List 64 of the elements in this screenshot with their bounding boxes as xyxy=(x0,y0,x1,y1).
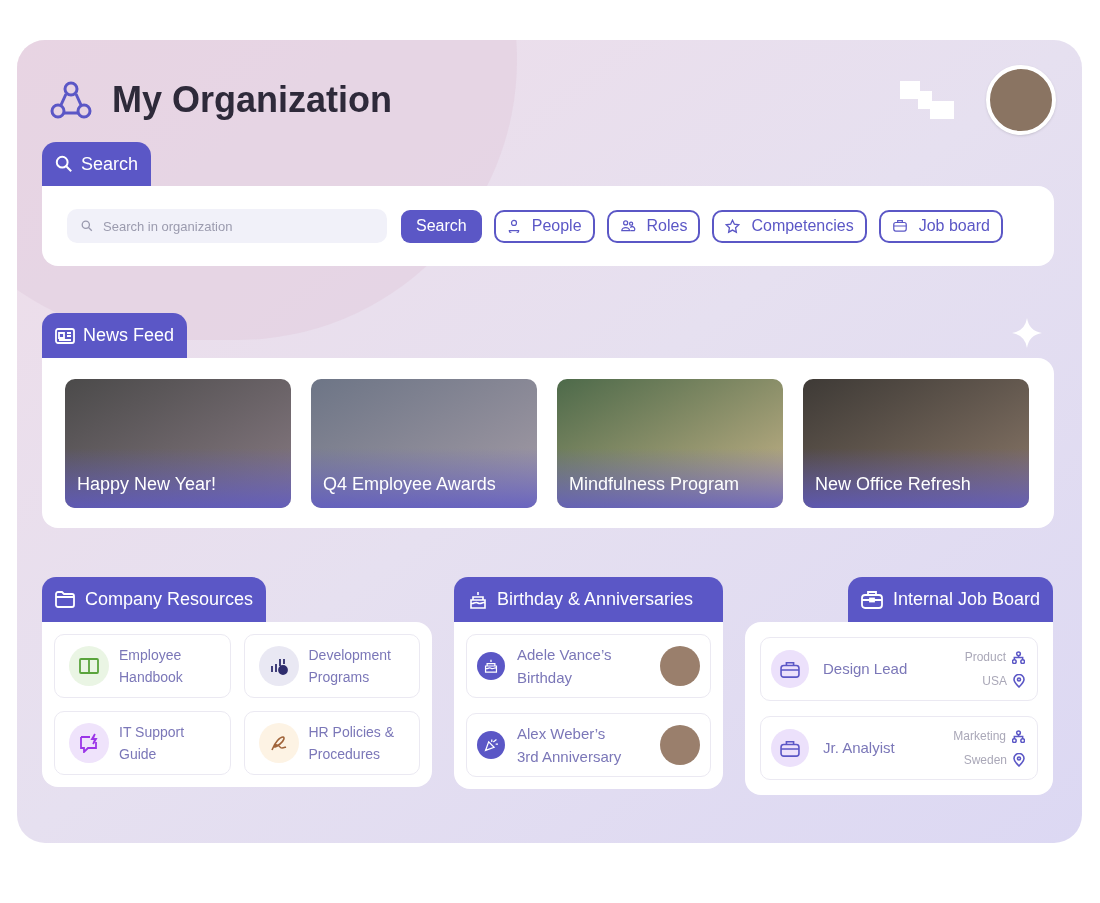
filter-button[interactable]: Job board xyxy=(878,209,1003,243)
bar-chart-icon xyxy=(268,656,289,676)
job-card[interactable]: Jr. Analyist Marketing Sweden xyxy=(760,716,1038,780)
folder-icon xyxy=(55,591,75,608)
job-department: Product xyxy=(964,649,1006,666)
resource-label: IT Support Guide xyxy=(119,723,186,764)
filter-button[interactable]: Roles xyxy=(606,209,701,243)
search-field[interactable]: Search in organization xyxy=(67,209,387,243)
cake-icon xyxy=(469,590,487,609)
newspaper-icon xyxy=(55,327,75,344)
resource-label: HR Policies & Procedures xyxy=(308,723,396,764)
news-card[interactable]: New Office Refresh xyxy=(803,378,1029,508)
briefcase-icon xyxy=(771,729,809,767)
news-card[interactable]: Mindfulness Program xyxy=(557,378,783,508)
event-type: Birthday xyxy=(517,668,574,688)
user-avatar[interactable] xyxy=(986,65,1056,135)
hierarchy-icon xyxy=(1012,729,1025,743)
news-caption: Q4 Employee Awards xyxy=(323,472,496,496)
job-location: Sweden xyxy=(963,752,1007,769)
briefcase-icon xyxy=(771,650,809,688)
briefcase-icon xyxy=(860,590,883,609)
resource-card[interactable]: HR Policies & Procedures xyxy=(243,711,420,775)
location-pin-icon xyxy=(1013,674,1025,688)
news-card[interactable]: Q4 Employee Awards xyxy=(311,378,537,508)
news-caption: New Office Refresh xyxy=(815,472,971,496)
event-name: Adele Vance’s xyxy=(517,645,613,665)
book-icon xyxy=(79,658,99,674)
job-department: Marketing xyxy=(953,728,1006,745)
network-icon xyxy=(50,80,92,120)
event-card[interactable]: Alex Weber’s 3rd Anniversary xyxy=(466,713,711,777)
sparkle-icon xyxy=(1012,318,1042,348)
job-title: Design Lead xyxy=(823,658,909,679)
star-icon xyxy=(725,218,741,234)
resource-card[interactable]: Development Programs xyxy=(243,634,420,698)
search-icon xyxy=(81,220,93,232)
filter-button[interactable]: People xyxy=(493,209,595,243)
news-caption: Mindfulness Program xyxy=(569,472,740,496)
people-icon xyxy=(619,219,636,233)
resource-card[interactable]: IT Support Guide xyxy=(54,711,231,775)
event-card[interactable]: Adele Vance’s Birthday xyxy=(466,634,711,698)
event-name: Alex Weber’s xyxy=(517,724,607,744)
signature-icon xyxy=(268,733,289,753)
briefcase-icon xyxy=(891,219,908,233)
job-location: USA xyxy=(982,673,1007,690)
resource-label: Employee Handbook xyxy=(119,646,184,687)
page-title: My Organization xyxy=(112,78,393,122)
search-button[interactable]: Search xyxy=(401,209,482,243)
search-icon xyxy=(55,155,73,173)
hierarchy-icon xyxy=(1012,650,1025,664)
event-type: 3rd Anniversary xyxy=(517,747,623,767)
job-title: Jr. Analyist xyxy=(823,737,896,758)
person-icon xyxy=(506,219,521,233)
news-card[interactable]: Happy New Year! xyxy=(65,378,291,508)
resource-card[interactable]: Employee Handbook xyxy=(54,634,231,698)
chat-bolt-icon xyxy=(78,733,100,753)
avatar xyxy=(660,725,700,765)
filter-button[interactable]: Competencies xyxy=(712,209,867,243)
party-popper-icon xyxy=(477,731,505,759)
cake-icon xyxy=(477,652,505,680)
news-caption: Happy New Year! xyxy=(77,472,217,496)
resource-label: Development Programs xyxy=(308,646,392,687)
job-card[interactable]: Design Lead Product USA xyxy=(760,637,1038,701)
location-pin-icon xyxy=(1013,753,1025,767)
avatar xyxy=(660,646,700,686)
